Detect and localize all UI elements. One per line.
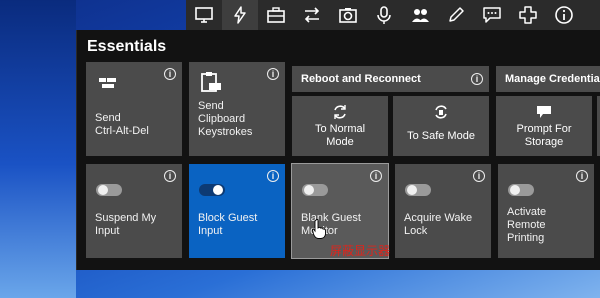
microphone-icon[interactable] [366,0,402,30]
button-label: Prompt For Storage [516,123,572,148]
desktop-background [0,0,76,298]
block-guest-input-toggle[interactable] [199,184,225,196]
desktop-icon[interactable] [186,0,222,30]
section-title: Manage Credentia [505,73,600,85]
chat-bubble-icon [537,106,551,118]
lightning-icon[interactable] [222,0,258,30]
tile-label: Blank Guest Monitor [301,212,361,237]
info-icon[interactable]: i [164,68,176,80]
briefcase-icon[interactable] [258,0,294,30]
credentials-section-header: Manage Credentia [496,66,600,92]
panel-title: Essentials [87,38,167,55]
tile-label: Send Clipboard Keystrokes [198,100,253,138]
plus-icon[interactable] [510,0,546,30]
reboot-section-header: Reboot and Reconnect i [292,66,489,92]
reboot-safe-mode-button[interactable]: To Safe Mode [393,96,489,156]
tile-label: Send Ctrl-Alt-Del [95,112,149,137]
prompt-for-storage-button[interactable]: Prompt For Storage [496,96,592,156]
tile-label: Suspend My Input [95,212,157,237]
suspend-input-tile[interactable]: i Suspend My Input [86,164,182,258]
info-icon[interactable]: i [267,68,279,80]
section-title: Reboot and Reconnect [301,73,421,85]
tile-label: Activate Remote Printing [507,206,547,244]
hand-cursor-icon [312,219,326,239]
keyboard-icon [99,78,116,88]
restart-icon [334,105,346,119]
activate-remote-printing-tile[interactable]: i Activate Remote Printing [498,164,594,258]
top-toolbar [186,0,600,30]
acquire-wake-lock-toggle[interactable] [405,184,431,196]
restart-safe-icon [435,105,447,119]
info-icon[interactable]: i [164,170,176,182]
arrows-icon[interactable] [294,0,330,30]
send-ctrl-alt-del-tile[interactable]: i Send Ctrl-Alt-Del [86,62,182,156]
block-guest-input-tile[interactable]: i Block Guest Input [189,164,285,258]
activate-remote-printing-toggle[interactable] [508,184,534,196]
button-label: To Normal Mode [314,123,366,148]
info-icon[interactable] [546,0,582,30]
blank-guest-monitor-toggle[interactable] [302,184,328,196]
info-icon[interactable]: i [370,170,382,182]
reboot-normal-mode-button[interactable]: To Normal Mode [292,96,388,156]
info-icon[interactable]: i [471,73,483,85]
info-icon[interactable]: i [576,170,588,182]
suspend-input-toggle[interactable] [96,184,122,196]
essentials-panel: Essentials i Send Ctrl-Alt-Del i Send Cl… [76,30,600,270]
info-icon[interactable]: i [473,170,485,182]
send-clipboard-tile[interactable]: i Send Clipboard Keystrokes [189,62,285,156]
chat-icon[interactable] [474,0,510,30]
users-icon[interactable] [402,0,438,30]
pencil-icon[interactable] [438,0,474,30]
button-label: To Safe Mode [407,130,475,142]
chinese-caption: 屏蔽显示器 [330,244,391,258]
tile-label: Block Guest Input [198,212,258,237]
acquire-wake-lock-tile[interactable]: i Acquire Wake Lock [395,164,491,258]
clipboard-icon [201,72,221,92]
camera-icon[interactable] [330,0,366,30]
info-icon[interactable]: i [267,170,279,182]
tile-label: Acquire Wake Lock [404,212,473,237]
